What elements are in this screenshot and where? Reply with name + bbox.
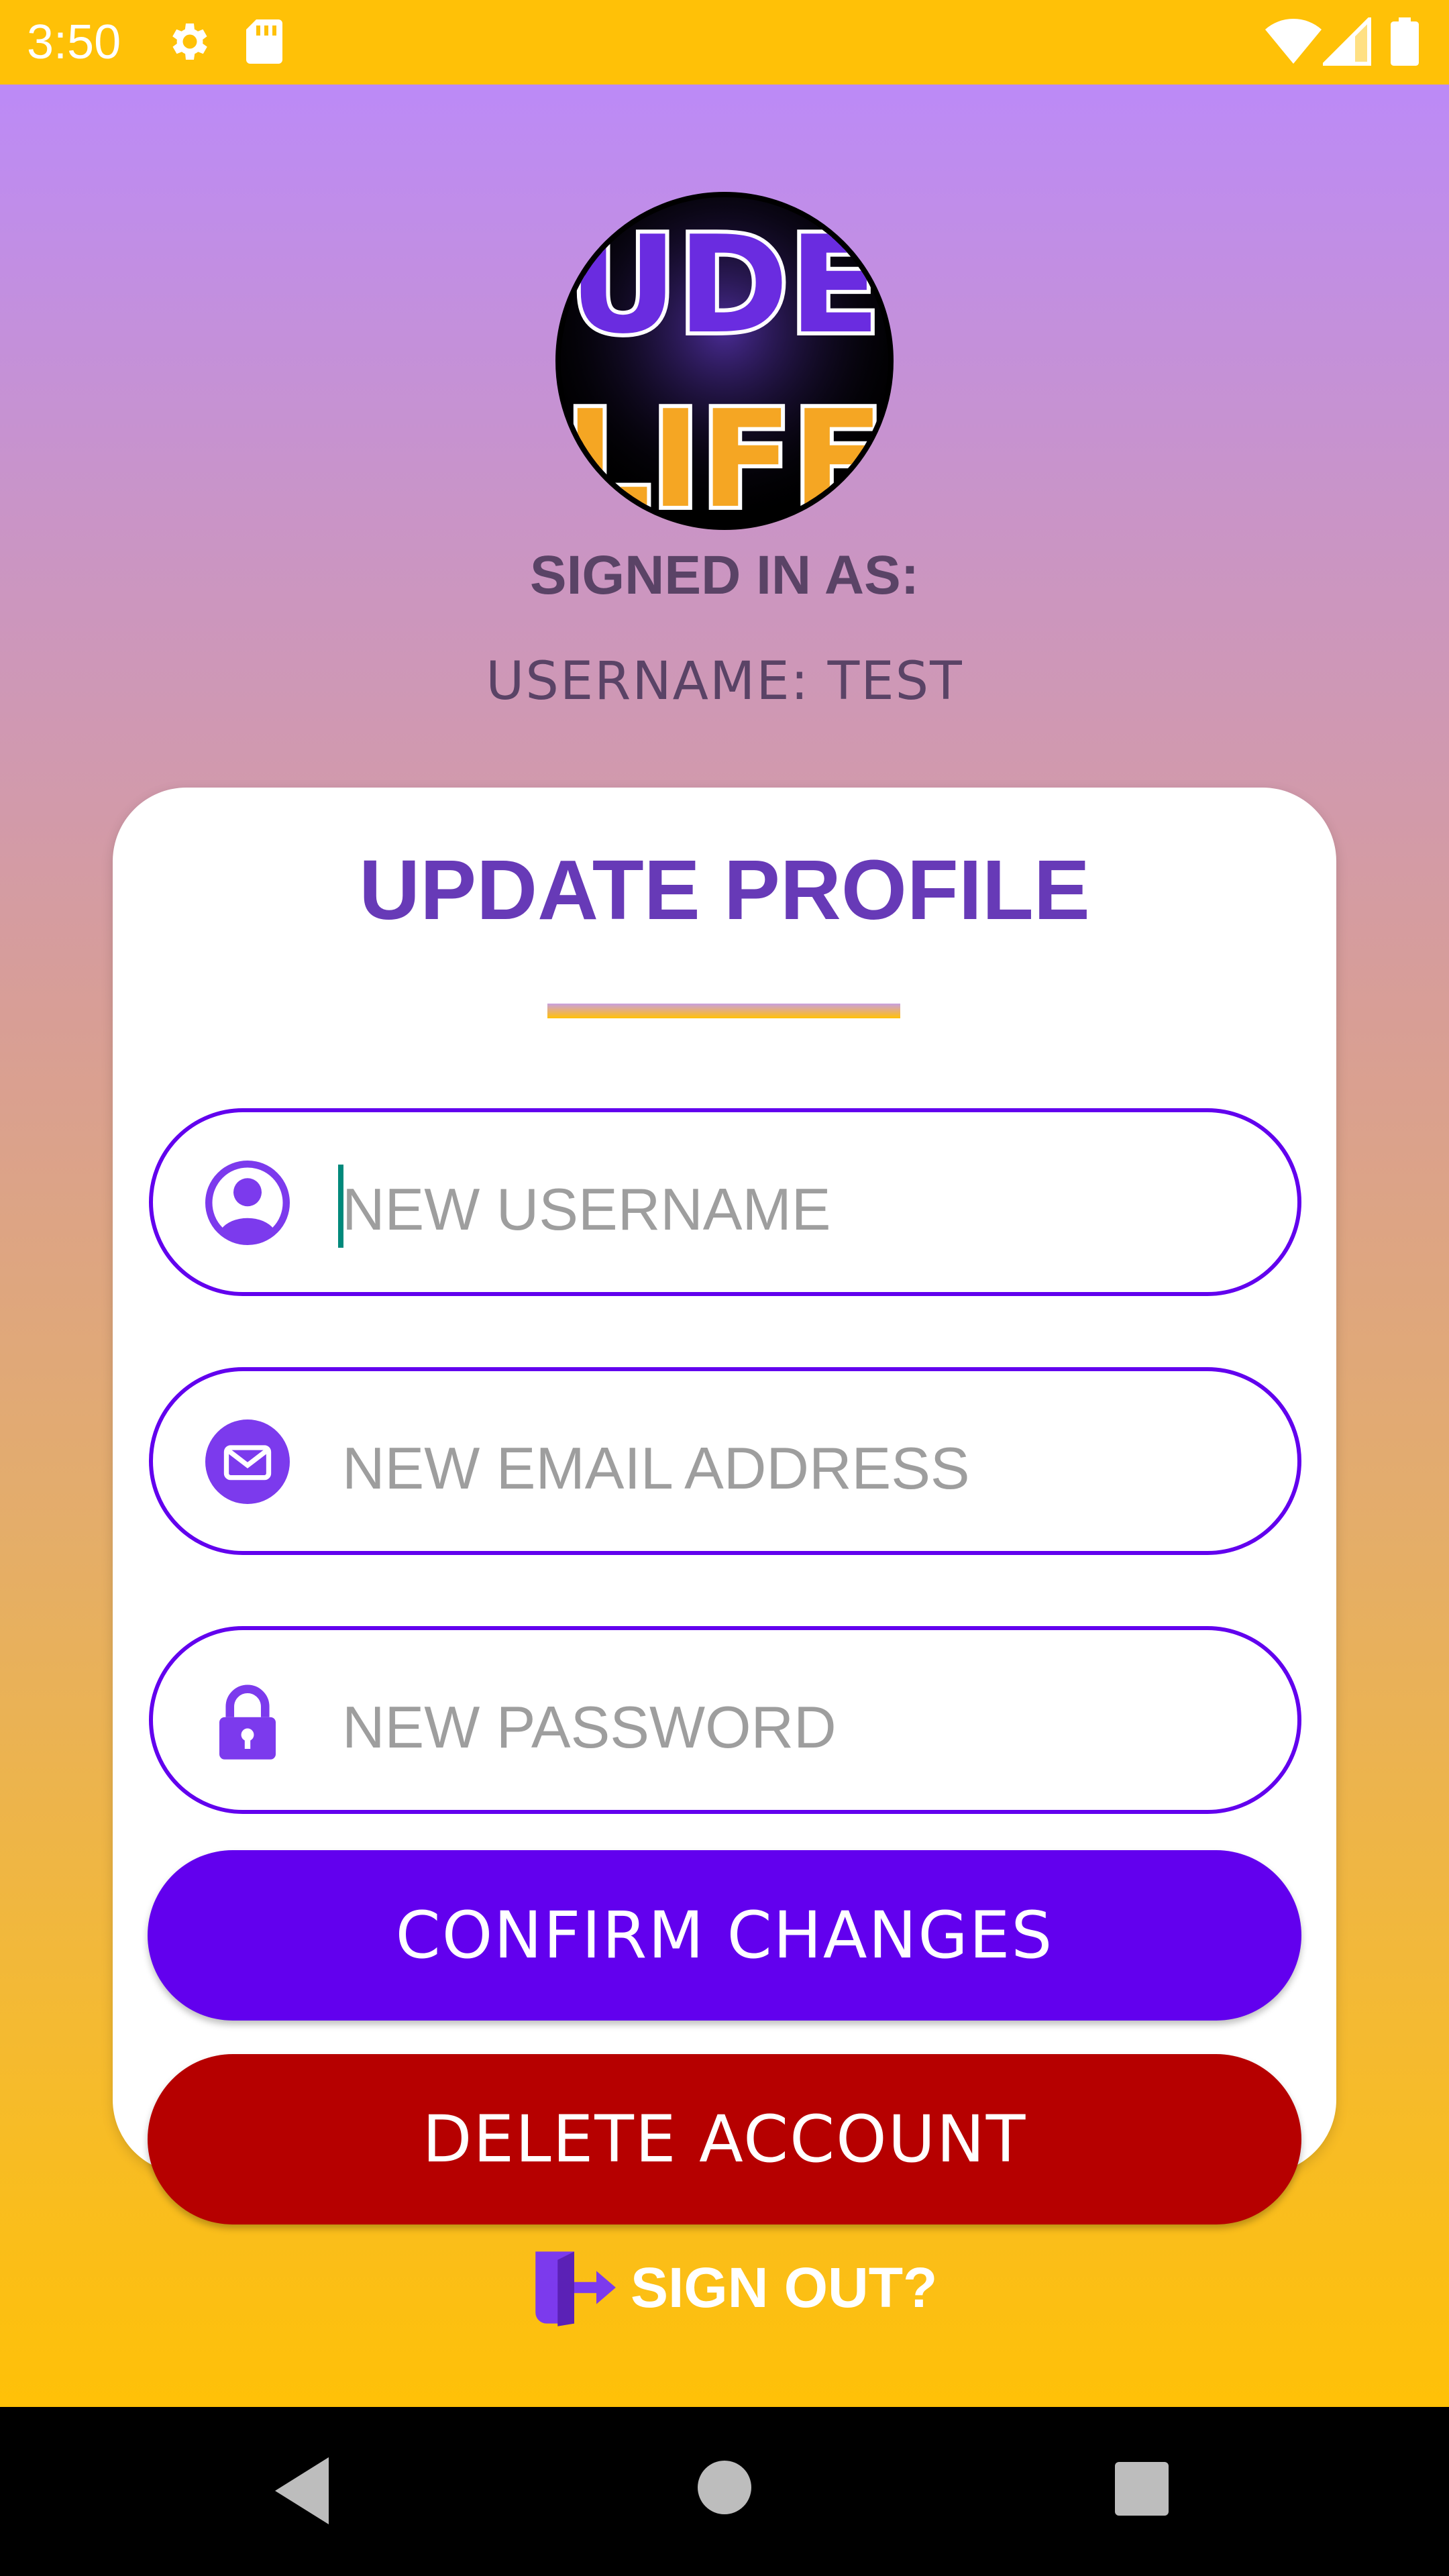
- recents-icon[interactable]: [1115, 2462, 1169, 2516]
- profile-avatar: UDE LIFE: [555, 192, 894, 530]
- lock-icon: [219, 1684, 276, 1760]
- mail-icon: [205, 1419, 290, 1504]
- system-nav-bar: [0, 2407, 1449, 2576]
- new-password-placeholder: NEW PASSWORD: [342, 1694, 837, 1760]
- delete-account-button[interactable]: DELETE ACCOUNT: [148, 2054, 1301, 2224]
- avatar-text-top: UDE: [568, 207, 880, 364]
- sign-out-link[interactable]: SIGN OUT?: [530, 2242, 937, 2336]
- new-username-placeholder: NEW USERNAME: [342, 1176, 831, 1242]
- new-email-field[interactable]: NEW EMAIL ADDRESS: [149, 1367, 1301, 1555]
- title-underline: [547, 1004, 900, 1018]
- gear-icon: [172, 23, 207, 60]
- confirm-changes-button[interactable]: CONFIRM CHANGES: [148, 1850, 1301, 2021]
- cell-signal-icon: [1323, 17, 1371, 66]
- current-username: USERNAME: TEST: [486, 651, 963, 712]
- new-username-field[interactable]: NEW USERNAME: [149, 1108, 1301, 1296]
- profile-screen: UDE LIFE SIGNED IN AS: USERNAME: TEST UP…: [0, 85, 1449, 2407]
- wifi-icon: [1265, 18, 1322, 64]
- status-bar: 3:50: [0, 0, 1449, 85]
- home-icon[interactable]: [698, 2461, 751, 2514]
- sign-out-label: SIGN OUT?: [631, 2256, 938, 2319]
- new-email-placeholder: NEW EMAIL ADDRESS: [342, 1435, 970, 1501]
- sd-card-icon: [246, 19, 282, 64]
- signed-in-label: SIGNED IN AS:: [529, 545, 920, 606]
- user-icon: [205, 1161, 290, 1245]
- back-icon[interactable]: [268, 2454, 335, 2528]
- battery-icon: [1391, 17, 1419, 66]
- status-time: 3:50: [27, 15, 121, 69]
- new-password-field[interactable]: NEW PASSWORD: [149, 1626, 1301, 1814]
- avatar-logo-image: UDE LIFE: [561, 197, 888, 525]
- update-profile-card: UPDATE PROFILE NEW USERNAME NEW EMAIL AD…: [113, 788, 1336, 2224]
- exit-door-icon: [535, 2251, 616, 2326]
- avatar-text-bottom: LIFE: [565, 382, 883, 525]
- card-title: UPDATE PROFILE: [359, 843, 1090, 937]
